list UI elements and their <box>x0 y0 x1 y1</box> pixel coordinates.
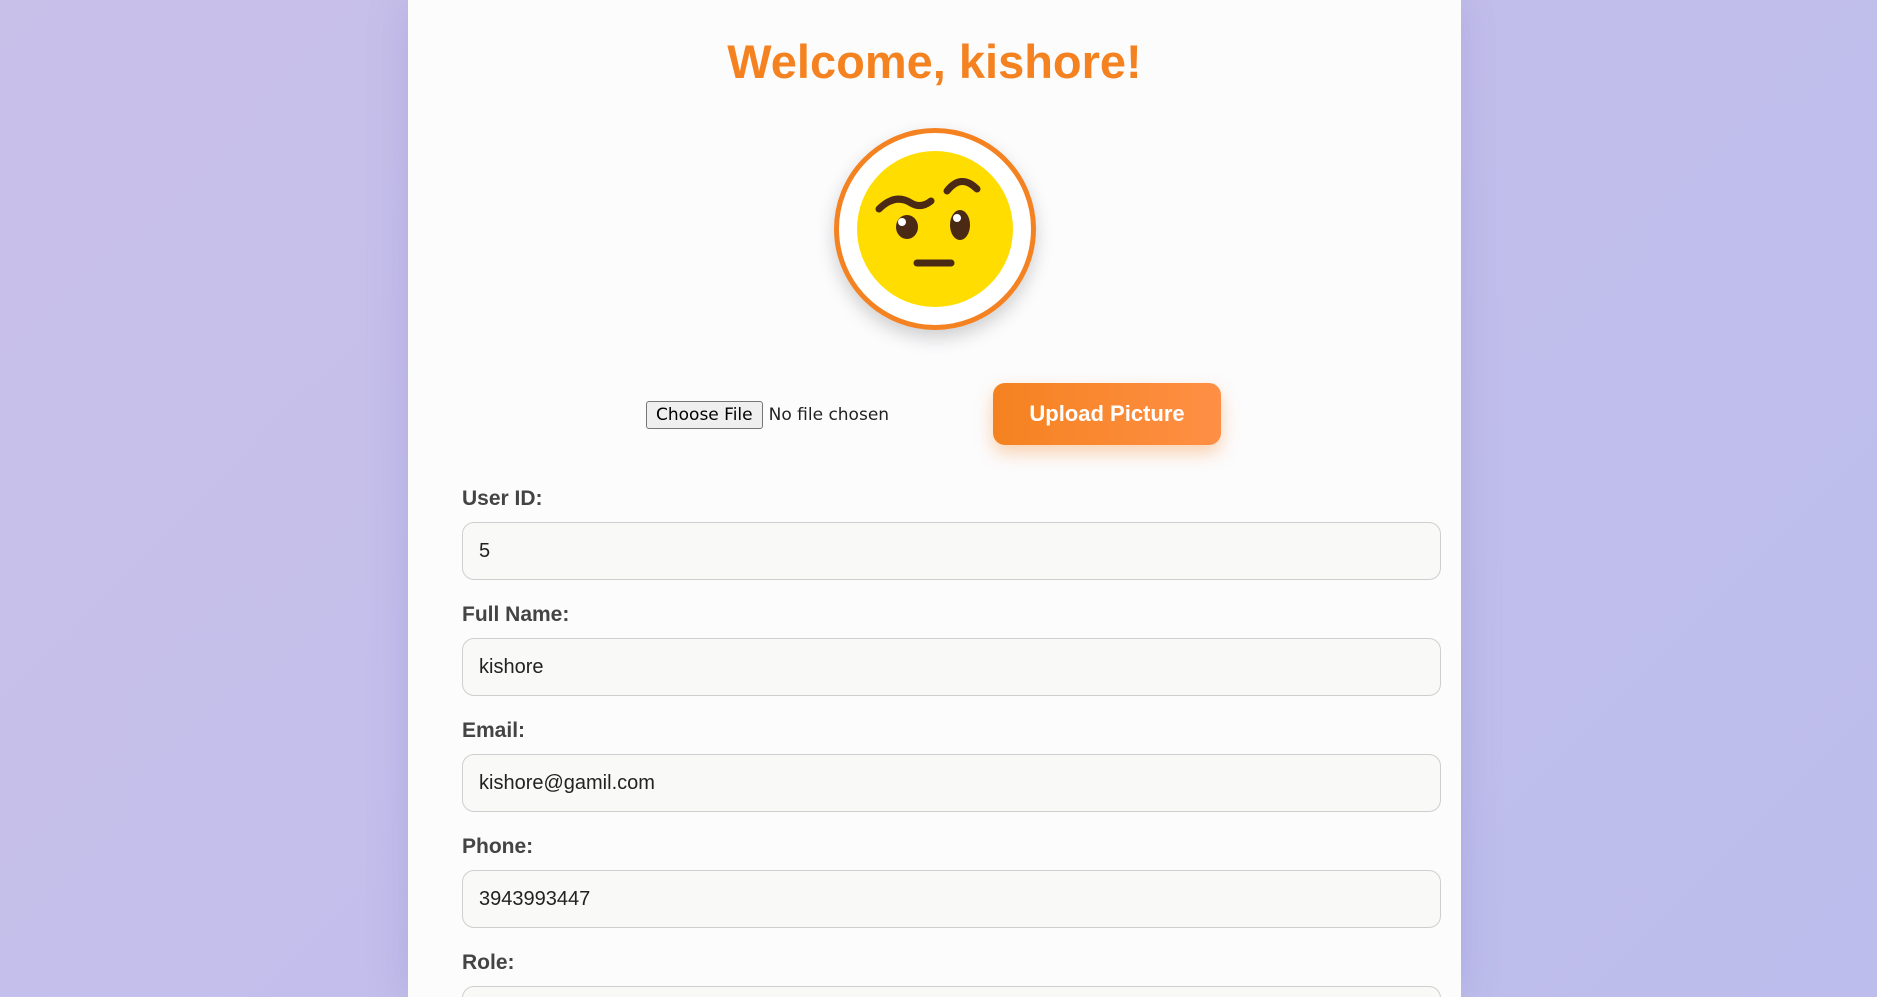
file-status-text: No file chosen <box>768 405 890 425</box>
full-name-input[interactable]: kishore <box>462 638 1441 696</box>
user-id-field-group: User ID: 5 <box>462 486 1441 580</box>
choose-file-button[interactable]: Choose File <box>646 401 763 429</box>
email-input[interactable]: kishore@gamil.com <box>462 754 1441 812</box>
role-input[interactable] <box>462 986 1441 997</box>
phone-field-group: Phone: 3943993447 <box>462 834 1441 928</box>
email-field-group: Email: kishore@gamil.com <box>462 718 1441 812</box>
phone-label: Phone: <box>462 835 534 858</box>
upload-picture-button[interactable]: Upload Picture <box>993 383 1221 445</box>
full-name-label: Full Name: <box>462 603 570 626</box>
user-id-input[interactable]: 5 <box>462 522 1441 580</box>
full-name-field-group: Full Name: kishore <box>462 602 1441 696</box>
profile-avatar <box>834 128 1036 330</box>
role-label: Role: <box>462 951 515 974</box>
profile-card: Welcome, kishore! Choose File No file ch… <box>408 0 1461 997</box>
welcome-heading: Welcome, kishore! <box>727 35 1142 88</box>
file-picker: Choose File No file chosen <box>646 401 889 429</box>
role-field-group: Role: <box>462 950 1441 997</box>
user-id-label: User ID: <box>462 487 543 510</box>
phone-input[interactable]: 3943993447 <box>462 870 1441 928</box>
email-label: Email: <box>462 719 526 742</box>
raised-eyebrow-emoji-icon <box>857 151 1013 307</box>
